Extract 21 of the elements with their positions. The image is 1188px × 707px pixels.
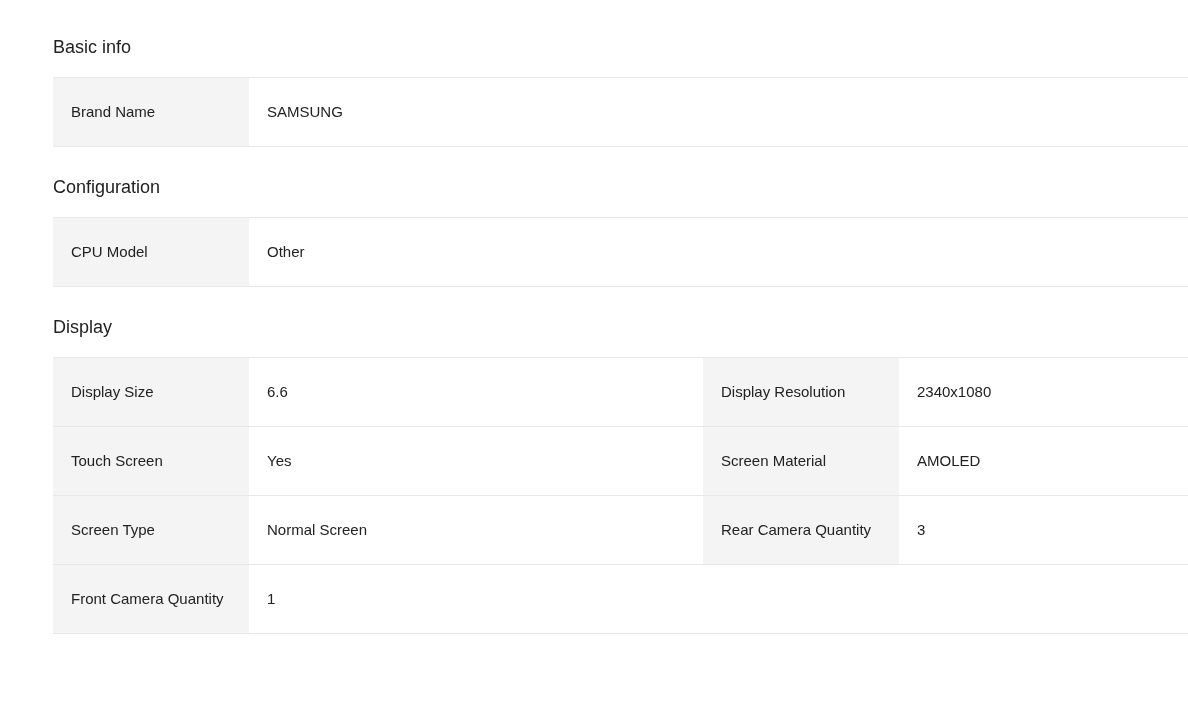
- spec-label: Display Resolution: [703, 358, 899, 426]
- spec-label: Front Camera Quantity: [53, 565, 249, 633]
- spec-value: Yes: [266, 451, 293, 471]
- section-heading: Basic info: [53, 35, 132, 59]
- spec-label: Screen Type: [53, 496, 249, 564]
- spec-value: SAMSUNG: [266, 102, 344, 122]
- spec-label: Touch Screen: [53, 427, 249, 495]
- spec-value: AMOLED: [916, 451, 982, 471]
- spec-value: Normal Screen: [266, 520, 369, 540]
- spec-label: Brand Name: [53, 78, 249, 146]
- spec-value: 1: [266, 589, 277, 609]
- section-heading: Display: [53, 315, 113, 339]
- spec-value: 2340x1080: [916, 382, 993, 402]
- spec-label: Display Size: [53, 358, 249, 426]
- spec-value: Other: [266, 242, 306, 262]
- spec-value: 6.6: [266, 382, 289, 402]
- spec-value: 3: [916, 520, 927, 540]
- spec-label: Screen Material: [703, 427, 899, 495]
- section-heading: Configuration: [53, 175, 161, 199]
- spec-label: Rear Camera Quantity: [703, 496, 899, 564]
- spec-label: CPU Model: [53, 218, 249, 286]
